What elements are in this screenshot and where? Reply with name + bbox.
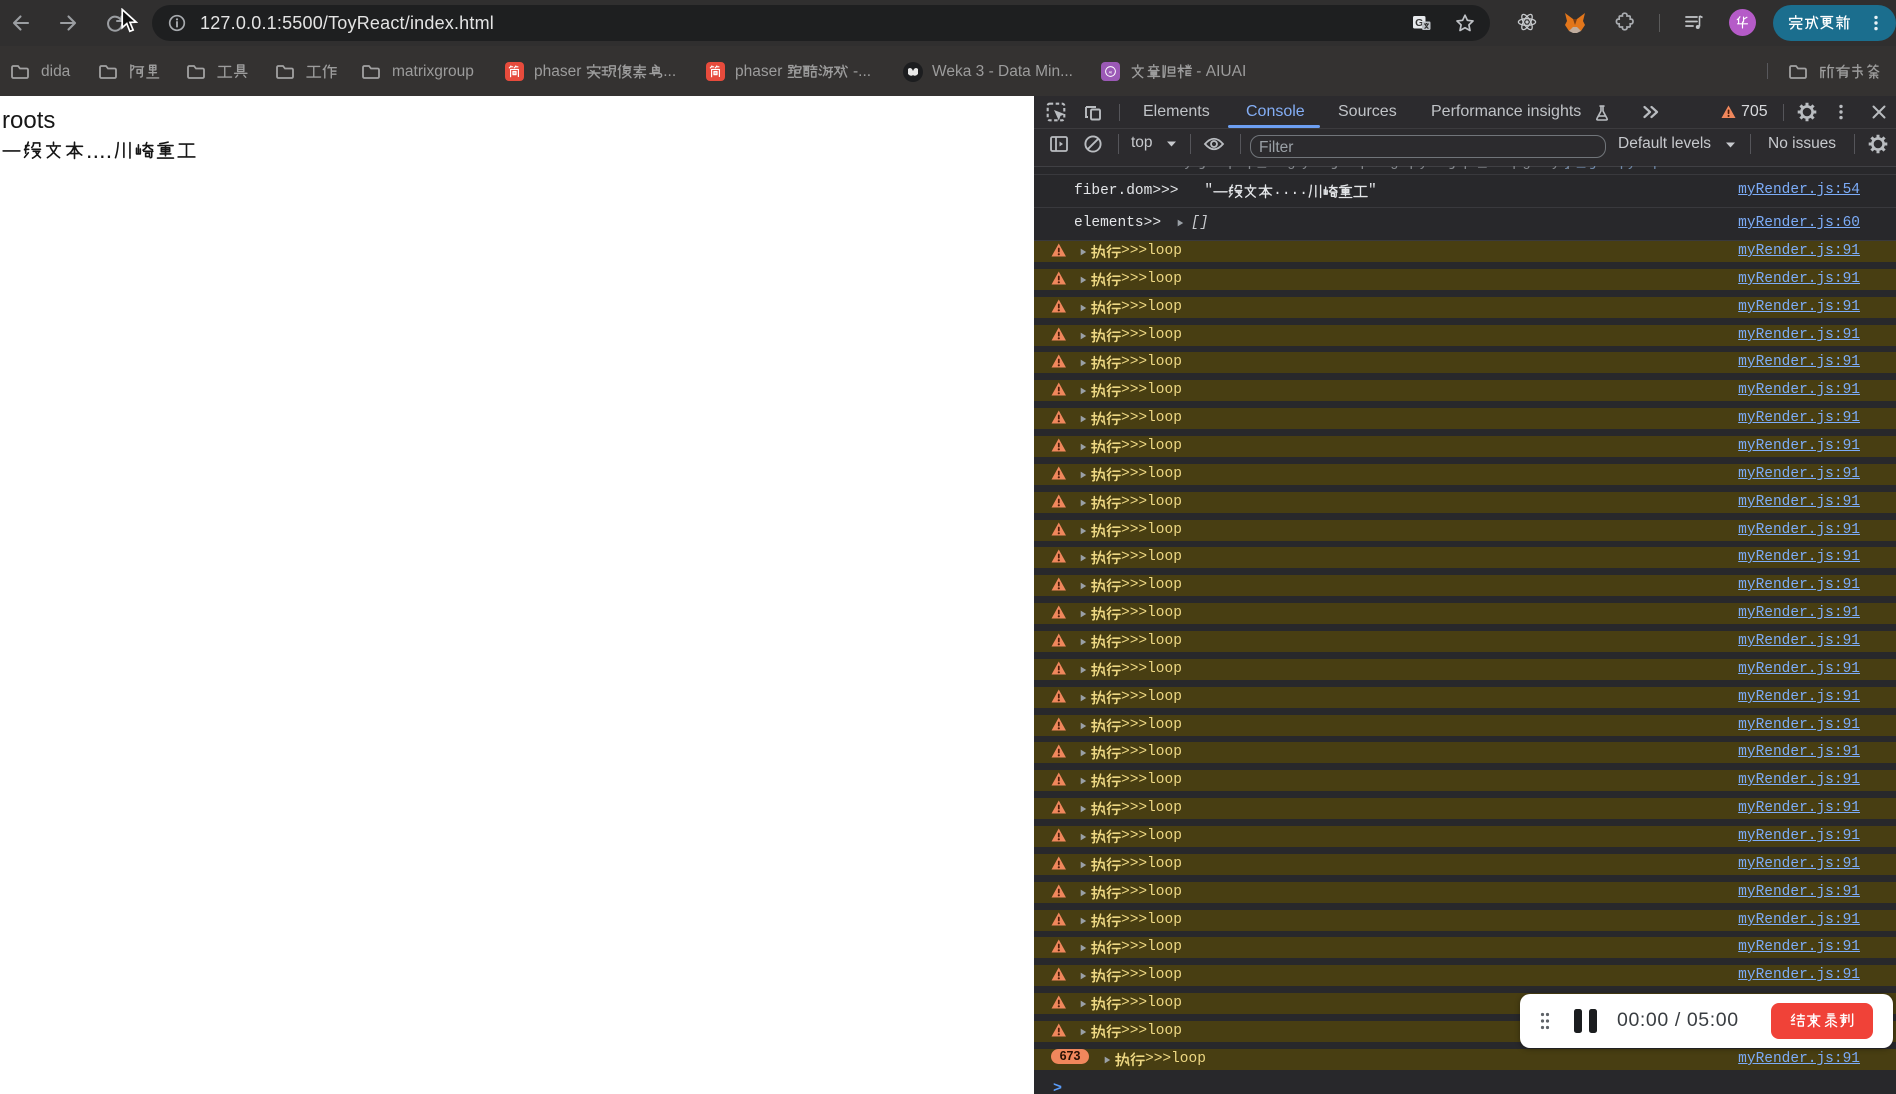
- svg-text:AI: AI: [1109, 69, 1113, 74]
